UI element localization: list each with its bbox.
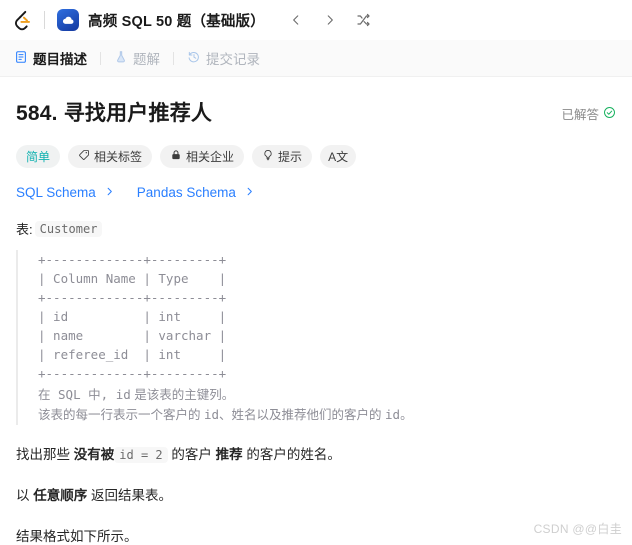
problem-statement-paragraph-1: 找出那些 没有被 id = 2 的客户 推荐 的客户的姓名。 — [16, 444, 616, 466]
chevron-right-icon — [244, 185, 255, 200]
p1-c: 的客户的姓名。 — [242, 447, 341, 462]
lightbulb-icon — [262, 149, 274, 164]
history-clock-icon — [187, 50, 201, 67]
schema-ascii-table: +-------------+---------+ | Column Name … — [38, 252, 227, 381]
problem-statement-paragraph-2: 以 任意顺序 返回结果表。 — [16, 485, 616, 507]
check-circle-icon — [603, 106, 616, 122]
p1-bold-not-referred: 没有被 — [73, 447, 115, 462]
difficulty-badge[interactable]: 简单 — [16, 145, 61, 168]
status-badge: 已解答 — [561, 97, 616, 123]
hints-label: 提示 — [278, 150, 303, 164]
leetcode-logo-icon[interactable] — [10, 7, 36, 33]
schema-note-line-2: 该表的每一行表示一个客户的 id、姓名以及推荐他们的客户的 id。 — [38, 405, 616, 425]
chevron-right-icon — [104, 185, 115, 200]
related-companies-label: 相关企业 — [186, 150, 235, 164]
next-problem-button[interactable] — [317, 7, 343, 33]
problem-tab-strip: 题目描述 题解 提交记录 — [0, 40, 632, 77]
pandas-schema-label: Pandas Schema — [136, 185, 236, 200]
tab-separator — [100, 51, 101, 65]
topbar-divider — [44, 11, 45, 29]
schema-note-2b: 、姓名以及推荐他们的客户的 — [219, 408, 386, 422]
p2-bold-any-order: 任意顺序 — [33, 488, 88, 503]
language-toggle-icon[interactable]: A文 — [320, 145, 357, 168]
p2-a: 以 — [16, 488, 34, 503]
problem-statement-paragraph-3: 结果格式如下所示。 — [16, 529, 138, 544]
schema-note-2c: 。 — [400, 408, 413, 422]
related-companies-button[interactable]: 相关企业 — [160, 145, 245, 168]
prev-problem-button[interactable] — [283, 7, 309, 33]
tag-icon — [78, 149, 90, 164]
p1-bold-referred: 推荐 — [215, 447, 243, 462]
tab-solutions[interactable]: 题解 — [110, 48, 164, 68]
table-name-code: Customer — [34, 220, 103, 237]
language-toggle-label: A文 — [328, 150, 349, 164]
hints-button[interactable]: 提示 — [252, 145, 313, 168]
solved-label: 已解答 — [561, 108, 599, 122]
schema-blockquote: +-------------+---------+ | Column Name … — [16, 250, 616, 425]
schema-note-line-1: 在 SQL 中, id 是该表的主键列。 — [38, 385, 616, 405]
study-plan-title: 高频 SQL 50 题（基础版） — [88, 13, 265, 30]
sql-schema-link[interactable]: SQL Schema — [16, 185, 115, 200]
tab-description-label: 题目描述 — [33, 52, 87, 67]
related-topics-button[interactable]: 相关标签 — [68, 145, 153, 168]
tab-separator — [173, 51, 174, 65]
p1-inline-code: id = 2 — [114, 447, 168, 463]
schema-note-2-code-1: id — [203, 407, 220, 422]
schema-note-2a: 该表的每一行表示一个客户的 — [38, 408, 204, 422]
difficulty-label: 简单 — [26, 150, 51, 164]
problem-title-row: 584. 寻找用户推荐人 已解答 — [16, 97, 616, 127]
pandas-schema-link[interactable]: Pandas Schema — [137, 185, 255, 200]
csdn-watermark: CSDN @@白圭 — [533, 522, 622, 536]
top-navigation-bar: 高频 SQL 50 题（基础版） — [0, 0, 632, 40]
table-intro-line: 表: Customer — [16, 219, 616, 238]
problem-content: 584. 寻找用户推荐人 已解答 简单 相关标签 相关企业 提示 A文 SQL … — [0, 77, 632, 545]
schema-note-2-code-2: id — [385, 407, 401, 422]
page-title: 584. 寻找用户推荐人 — [16, 102, 213, 125]
shuffle-problem-button[interactable] — [351, 7, 377, 33]
p2-b: 返回结果表。 — [87, 488, 173, 503]
tab-submissions-label: 提交记录 — [206, 52, 260, 67]
p1-a: 找出那些 — [16, 447, 74, 462]
schema-note-1a: 在 SQL 中, — [38, 387, 116, 402]
study-plan-cloud-icon[interactable] — [57, 9, 79, 31]
flask-icon — [114, 50, 128, 67]
tab-description[interactable]: 题目描述 — [10, 48, 91, 68]
problem-nav-buttons — [283, 7, 377, 33]
schema-note: 在 SQL 中, id 是该表的主键列。 该表的每一行表示一个客户的 id、姓名… — [38, 385, 616, 425]
document-icon — [14, 50, 28, 67]
problem-tag-row: 简单 相关标签 相关企业 提示 A文 — [16, 145, 616, 168]
schema-note-1b: 是该表的主键列。 — [130, 388, 235, 402]
schema-note-1-code: id — [115, 387, 131, 402]
p1-b: 的客户 — [167, 447, 216, 462]
tab-submissions[interactable]: 提交记录 — [183, 48, 264, 68]
schema-links-row: SQL Schema Pandas Schema — [16, 185, 616, 200]
tab-solutions-label: 题解 — [133, 52, 160, 67]
related-topics-label: 相关标签 — [94, 150, 143, 164]
table-intro-prefix: 表: — [16, 222, 33, 237]
sql-schema-label: SQL Schema — [16, 185, 96, 200]
lock-icon — [170, 149, 182, 164]
